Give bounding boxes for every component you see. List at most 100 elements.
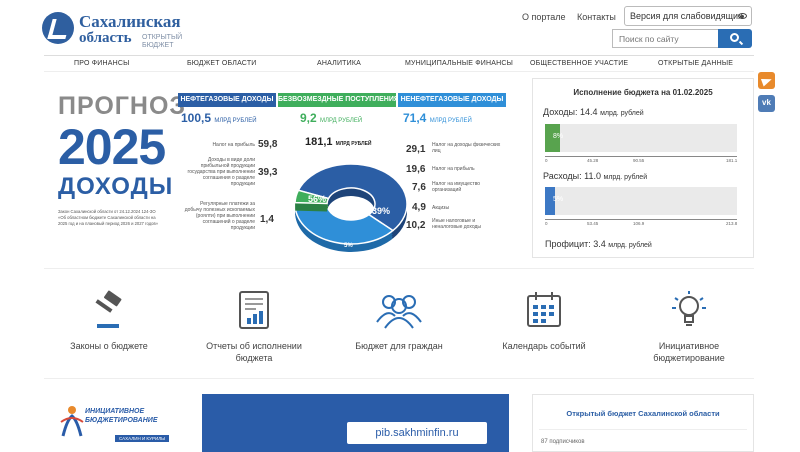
donut-label-oil-gas: 56% bbox=[308, 194, 326, 204]
quick-link-label: Календарь событий bbox=[502, 341, 586, 351]
income-summary: Доходы: 14.4 млрд. рублей bbox=[543, 107, 644, 117]
expense-progress-pct: 5% bbox=[553, 196, 564, 203]
right-row-label: Иные налоговые и неналоговые доходы bbox=[432, 218, 482, 230]
right-row-value: 19,6 bbox=[406, 164, 426, 175]
income-axis bbox=[545, 156, 737, 157]
donut-label-free: 5% bbox=[344, 243, 353, 249]
banner-prognoz: ПРОГНОЗ bbox=[58, 92, 187, 120]
donut-label-non-oil-gas: 39% bbox=[372, 206, 390, 216]
income-tick: 90.55 bbox=[633, 158, 645, 163]
open-budget-title[interactable]: Открытый бюджет Сахалинской области bbox=[533, 409, 753, 418]
right-row-value: 7,6 bbox=[412, 182, 426, 193]
tab-non-oil-gas: НЕНЕФТЕГАЗОВЫЕ ДОХОДЫ bbox=[398, 93, 506, 107]
logo-title-line1: Сахалинская bbox=[79, 12, 181, 31]
right-row-label: Налог на прибыль bbox=[432, 166, 475, 172]
right-row-value: 29,1 bbox=[406, 144, 426, 155]
initiative-logo-icon bbox=[60, 406, 84, 437]
nav-item-public-participation[interactable]: Общественное участие bbox=[530, 60, 628, 67]
value-oil-gas: 100,5 МЛРД РУБЛЕЙ bbox=[181, 111, 257, 125]
expense-tick: 53.45 bbox=[587, 221, 599, 226]
nav-item-finance[interactable]: Про финансы bbox=[74, 60, 130, 67]
nav-item-analytics[interactable]: Аналитика bbox=[317, 60, 361, 67]
eye-icon bbox=[738, 13, 747, 19]
right-row-value: 4,9 bbox=[412, 202, 426, 213]
quick-link-citizens-budget[interactable]: Бюджет для граждан bbox=[334, 280, 464, 352]
quick-link-label: Законы о бюджете bbox=[70, 341, 148, 351]
banner-income: ДОХОДЫ bbox=[58, 173, 174, 200]
expense-tick: 213.8 bbox=[726, 221, 738, 226]
right-row-label: Налог на доходы физических лиц bbox=[432, 142, 501, 154]
quick-link-events-calendar[interactable]: Календарь событий bbox=[479, 280, 609, 352]
logo-emblem-icon bbox=[42, 12, 74, 44]
about-link[interactable]: О портале bbox=[522, 12, 565, 22]
expense-summary: Расходы: 11.0 млрд. рублей bbox=[543, 171, 648, 181]
income-progress-bar: 8% bbox=[545, 124, 737, 152]
search-input[interactable] bbox=[612, 29, 718, 48]
promo-url[interactable]: pib.sakhminfin.ru bbox=[347, 422, 487, 444]
promo-region-tag: САХАЛИН И КУРИЛЫ bbox=[115, 435, 170, 442]
income-tick: 0 bbox=[545, 158, 548, 163]
quick-link-label: Отчеты об исполнении бюджета bbox=[206, 341, 302, 363]
report-icon bbox=[234, 290, 274, 330]
nav-item-region-budget[interactable]: Бюджет области bbox=[187, 60, 257, 67]
right-row-label: Акцизы bbox=[432, 205, 450, 211]
telegram-icon bbox=[760, 75, 774, 87]
expense-progress-bar: 5% bbox=[545, 187, 737, 215]
subscribers-count: 87 подписчиков bbox=[541, 439, 585, 445]
income-donut-chart: 56% 39% 5% bbox=[294, 163, 408, 252]
lightbulb-icon bbox=[669, 290, 709, 330]
telegram-button[interactable] bbox=[758, 72, 775, 89]
execution-title: Исполнение бюджета на 01.02.2025 bbox=[573, 88, 713, 97]
vk-icon: vk bbox=[762, 98, 771, 107]
logo-subtitle: открытый бюджет bbox=[142, 34, 183, 49]
nav-item-municipal-finance[interactable]: Муниципальные финансы bbox=[405, 60, 513, 67]
income-progress-pct: 8% bbox=[553, 133, 564, 140]
accessibility-version-label: Версия для слабовидящих bbox=[630, 11, 743, 21]
section-divider bbox=[44, 268, 754, 269]
initiative-budgeting-promo[interactable]: ИНИЦИАТИВНОЕ БЮДЖЕТИРОВАНИЕ САХАЛИН И КУ… bbox=[57, 394, 509, 452]
quick-link-label: Бюджет для граждан bbox=[355, 341, 443, 351]
gavel-icon bbox=[89, 290, 129, 330]
left-row-label: Регулярные платежи за добычу полезных ис… bbox=[184, 201, 255, 231]
search-icon bbox=[730, 33, 739, 42]
quick-links: Законы о бюджете Отчеты об исполнении бю… bbox=[44, 280, 754, 370]
tab-free-receipts: БЕЗВОЗМЕЗДНЫЕ ПОСТУПЛЕНИЯ bbox=[278, 93, 399, 107]
quick-link-budget-laws[interactable]: Законы о бюджете bbox=[44, 280, 174, 352]
calendar-icon bbox=[524, 290, 564, 330]
vk-button[interactable]: vk bbox=[758, 95, 775, 112]
site-logo[interactable]: Сахалинская область открытый бюджет bbox=[42, 10, 192, 50]
left-row-label: Доходы в виде доли прибыльной продукции … bbox=[187, 157, 255, 187]
promo-brand-line1: ИНИЦИАТИВНОЕ bbox=[85, 408, 145, 415]
section-divider bbox=[44, 378, 754, 379]
quick-link-execution-reports[interactable]: Отчеты об исполнении бюджета bbox=[189, 280, 319, 364]
left-row-label: Налог на прибыль bbox=[212, 142, 255, 148]
banner-year: 2025 bbox=[58, 119, 166, 175]
open-budget-widget: Открытый бюджет Сахалинской области 87 п… bbox=[532, 394, 754, 452]
nav-item-open-data[interactable]: Открытые данные bbox=[658, 60, 733, 67]
people-icon bbox=[375, 290, 423, 330]
value-non-oil-gas: 71,4 МЛРД РУБЛЕЙ bbox=[403, 111, 472, 125]
left-row-value: 1,4 bbox=[260, 214, 274, 225]
quick-link-label: Инициативное бюджетирование bbox=[653, 341, 725, 363]
expense-axis bbox=[545, 219, 737, 220]
widget-divider bbox=[539, 429, 747, 430]
income-tick: 45.28 bbox=[587, 158, 599, 163]
search-button[interactable] bbox=[718, 29, 752, 48]
forecast-banner[interactable]: ПРОГНОЗ 2025 ДОХОДЫ Закон Сахалинской об… bbox=[46, 78, 518, 258]
right-row-value: 10,2 bbox=[406, 220, 426, 231]
income-tick: 181.1 bbox=[726, 158, 738, 163]
tab-oil-gas: НЕФТЕГАЗОВЫЕ ДОХОДЫ bbox=[178, 93, 276, 107]
value-free-receipts: 9,2 МЛРД РУБЛЕЙ bbox=[300, 111, 363, 125]
profit-summary: Профицит: 3.4 млрд. рублей bbox=[545, 239, 652, 249]
accessibility-version-button[interactable]: Версия для слабовидящих bbox=[624, 6, 752, 26]
right-row-label: Налог на имущество организаций bbox=[432, 181, 481, 193]
left-row-value: 59,8 bbox=[258, 139, 278, 150]
quick-link-initiative-budgeting[interactable]: Инициативное бюджетирование bbox=[624, 280, 754, 364]
main-nav: Про финансы Бюджет области Аналитика Мун… bbox=[44, 55, 754, 72]
expense-tick: 106.9 bbox=[633, 221, 645, 226]
contacts-link[interactable]: Контакты bbox=[577, 12, 616, 22]
logo-title-line2: область bbox=[79, 30, 132, 46]
banner-law-text: Закон Сахалинской области от 24.12.2024 … bbox=[58, 209, 159, 226]
budget-execution-card: Исполнение бюджета на 01.02.2025 Доходы:… bbox=[532, 78, 754, 258]
left-row-value: 39,3 bbox=[258, 167, 278, 178]
